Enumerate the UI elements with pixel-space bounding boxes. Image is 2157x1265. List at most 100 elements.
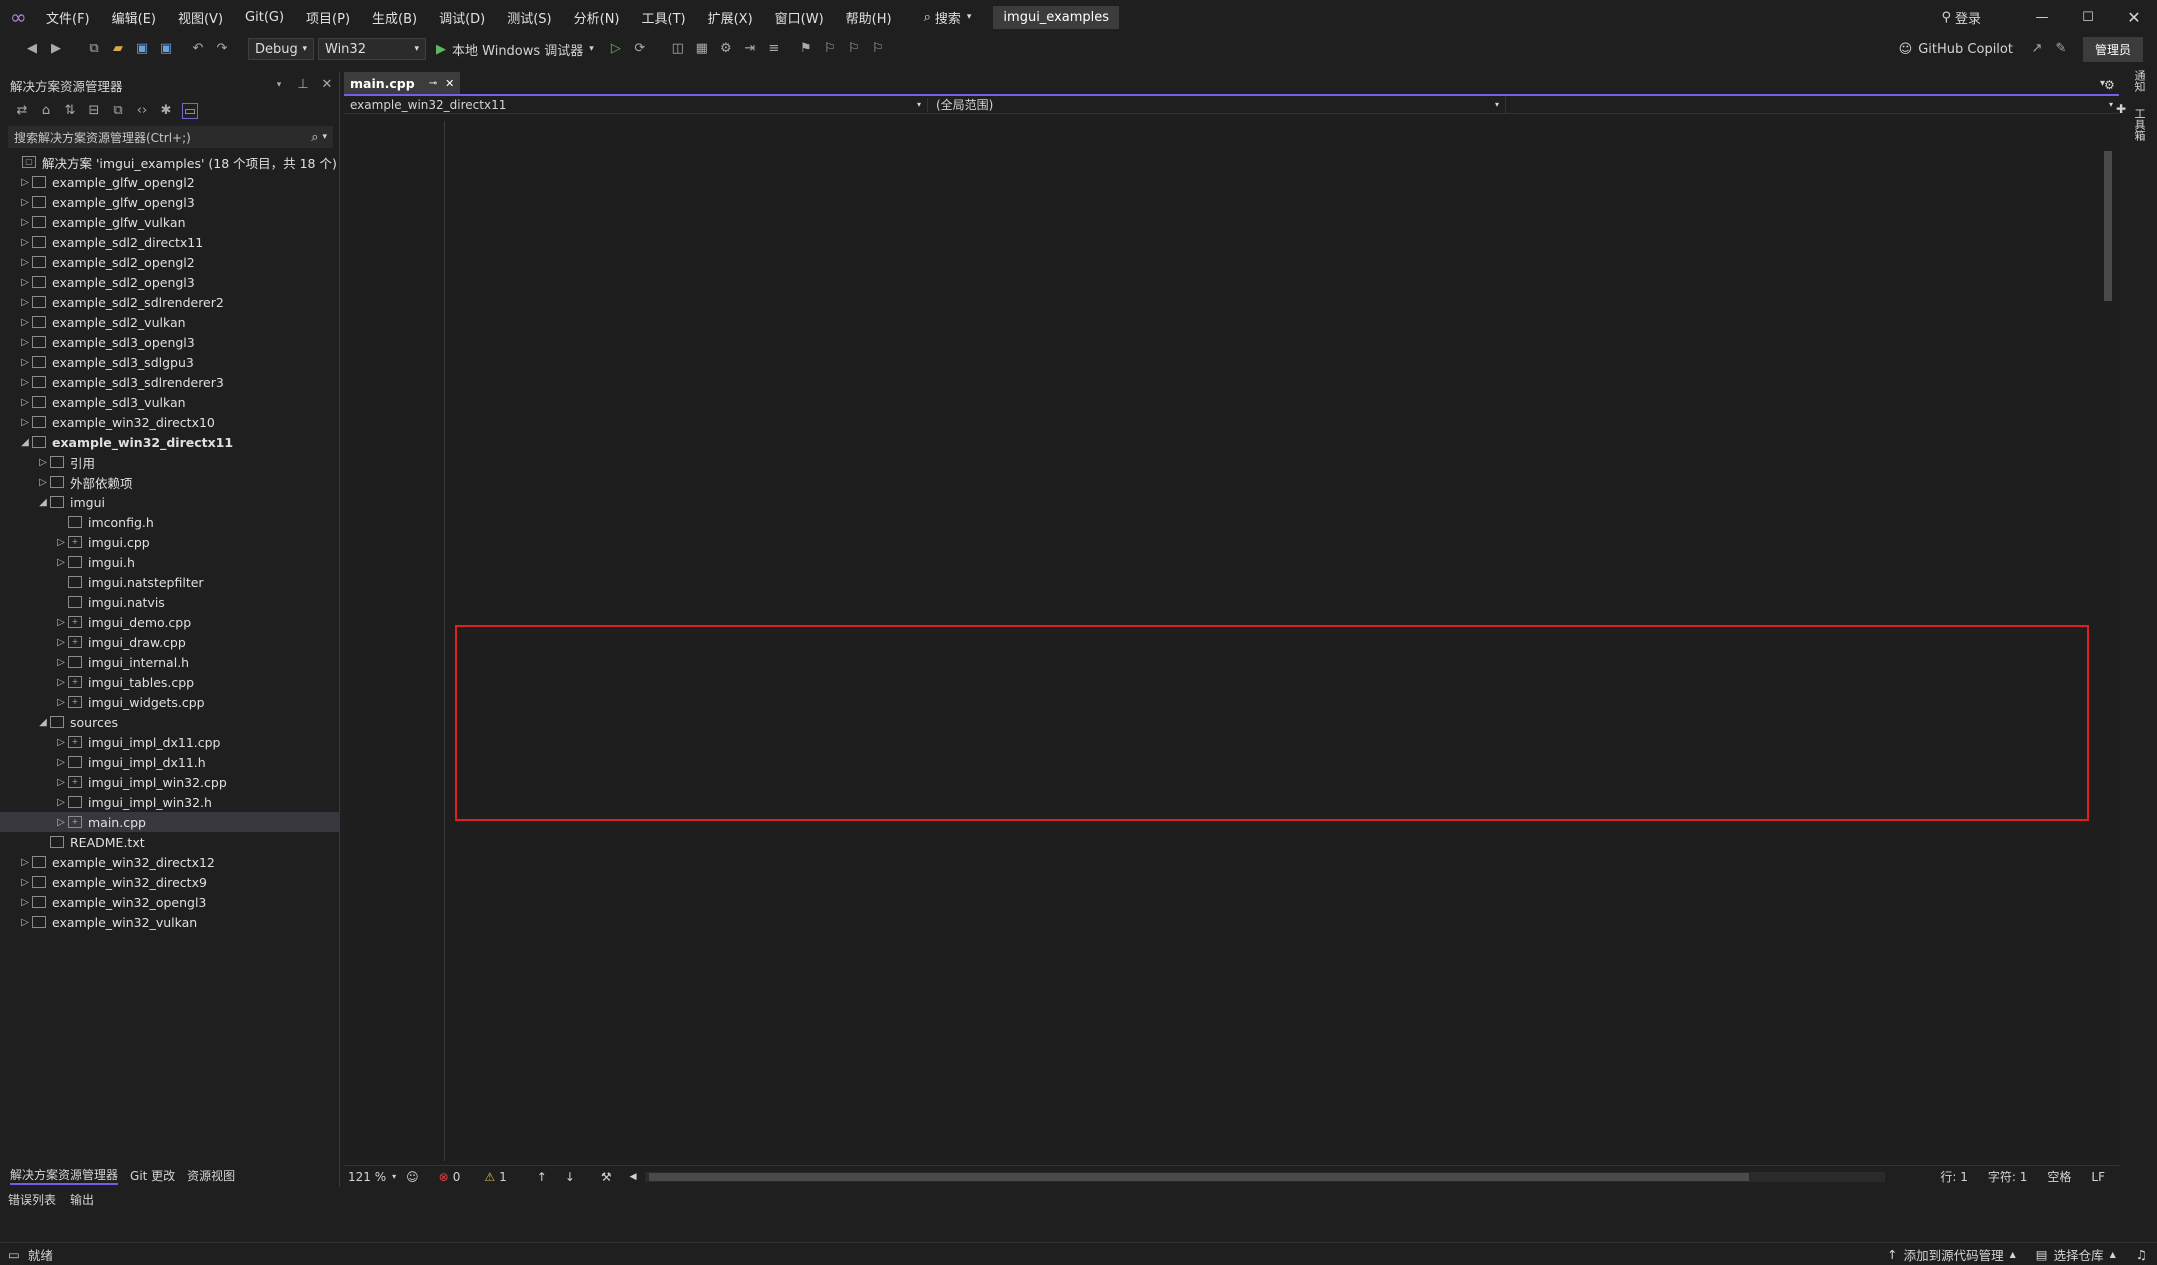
- tree-item[interactable]: ▷ + imgui_draw.cpp: [0, 632, 339, 652]
- expand-arrow-icon[interactable]: ▷: [36, 477, 50, 488]
- expand-arrow-icon[interactable]: ▷: [18, 197, 32, 208]
- expand-arrow-icon[interactable]: ▷: [18, 317, 32, 328]
- horizontal-scrollbar[interactable]: [644, 1171, 1885, 1182]
- tree-item[interactable]: ▷ example_win32_directx9: [0, 872, 339, 892]
- copilot-status-icon[interactable]: ☺: [406, 1170, 419, 1184]
- select-repo-button[interactable]: 选择仓库: [2054, 1245, 2104, 1264]
- tree-item[interactable]: ▷ imgui_internal.h: [0, 652, 339, 672]
- left-bottom-tab[interactable]: Git 更改: [130, 1167, 175, 1184]
- vertical-scrollbar[interactable]: [2101, 121, 2115, 1161]
- expand-arrow-icon[interactable]: ◢: [18, 437, 32, 448]
- forward-icon[interactable]: ▶: [48, 41, 64, 57]
- platform-dropdown[interactable]: Win32 ▾: [318, 38, 426, 60]
- share-icon[interactable]: ↗: [2029, 41, 2045, 57]
- toolbox-tab[interactable]: 工具箱: [2131, 108, 2147, 141]
- expand-arrow-icon[interactable]: ▷: [54, 637, 68, 648]
- open-folder-icon[interactable]: ▰: [110, 41, 126, 57]
- output-icon[interactable]: ▭: [8, 1247, 20, 1262]
- menu-item[interactable]: 工具(T): [642, 8, 686, 27]
- expand-arrow-icon[interactable]: ▷: [54, 537, 68, 548]
- tree-item[interactable]: ▷ example_sdl3_sdlgpu3: [0, 352, 339, 372]
- new-project-icon[interactable]: ⧉: [86, 41, 102, 57]
- expand-arrow-icon[interactable]: ▷: [18, 917, 32, 928]
- tree-item[interactable]: ▷ example_glfw_opengl2: [0, 172, 339, 192]
- member-nav-dropdown[interactable]: ▾: [1506, 100, 2119, 109]
- cleanup-icon[interactable]: ⚒: [601, 1170, 612, 1184]
- tree-item[interactable]: ◢ imgui: [0, 492, 339, 512]
- bookmark-icon[interactable]: ⚑: [798, 41, 814, 57]
- tree-item[interactable]: ▷ imgui_impl_dx11.h: [0, 752, 339, 772]
- back-icon[interactable]: ◀: [24, 41, 40, 57]
- tree-item[interactable]: ▷ example_sdl2_directx11: [0, 232, 339, 252]
- expand-arrow-icon[interactable]: ▷: [54, 817, 68, 828]
- hot-reload-icon[interactable]: ⟳: [632, 41, 648, 57]
- comment-icon[interactable]: ≡: [766, 41, 782, 57]
- expand-arrow-icon[interactable]: ▷: [18, 377, 32, 388]
- expand-arrow-icon[interactable]: ▷: [36, 457, 50, 468]
- expand-arrow-icon[interactable]: ▷: [18, 297, 32, 308]
- tree-item[interactable]: imconfig.h: [0, 512, 339, 532]
- tree-item[interactable]: ▷ example_sdl3_vulkan: [0, 392, 339, 412]
- scroll-left-icon[interactable]: ◀: [630, 1172, 637, 1182]
- menu-item[interactable]: Git(G): [245, 10, 284, 25]
- expand-arrow-icon[interactable]: ▷: [18, 857, 32, 868]
- expand-arrow-icon[interactable]: ▷: [18, 277, 32, 288]
- expand-arrow-icon[interactable]: ▷: [18, 257, 32, 268]
- close-button[interactable]: ✕: [2111, 8, 2157, 27]
- copilot-button[interactable]: ☺ GitHub Copilot: [1899, 42, 2013, 57]
- expand-arrow-icon[interactable]: ▷: [54, 777, 68, 788]
- tree-item[interactable]: ▷ + imgui.cpp: [0, 532, 339, 552]
- left-bottom-tab[interactable]: 解决方案资源管理器: [10, 1166, 119, 1185]
- up-arrow-icon[interactable]: ↑: [537, 1170, 547, 1184]
- redo-icon[interactable]: ↷: [214, 41, 230, 57]
- notifications-tab[interactable]: 通知: [2131, 70, 2147, 92]
- expand-arrow-icon[interactable]: ▷: [54, 657, 68, 668]
- menu-item[interactable]: 调试(D): [439, 8, 485, 27]
- bookmark-clear-icon[interactable]: ⚐: [870, 41, 886, 57]
- solution-root[interactable]: ▢ 解决方案 'imgui_examples' (18 个项目，共 18 个): [0, 152, 339, 172]
- zoom-level[interactable]: 121 %: [348, 1170, 386, 1184]
- h-scrollbar-thumb[interactable]: [648, 1172, 1749, 1181]
- collapse-icon[interactable]: ⊟: [86, 103, 102, 119]
- minimize-button[interactable]: —: [2019, 10, 2065, 25]
- tree-item[interactable]: ◢ example_win32_directx11: [0, 432, 339, 452]
- tree-item[interactable]: ▷ 引用: [0, 452, 339, 472]
- tree-item[interactable]: ▷ example_sdl2_opengl2: [0, 252, 339, 272]
- down-arrow-icon[interactable]: ↓: [565, 1170, 575, 1184]
- menu-item[interactable]: 项目(P): [306, 8, 350, 27]
- show-all-icon[interactable]: ⧉: [110, 103, 126, 119]
- menu-item[interactable]: 分析(N): [574, 8, 620, 27]
- tree-item[interactable]: ▷ example_sdl2_vulkan: [0, 312, 339, 332]
- tree-item[interactable]: ▷ example_win32_opengl3: [0, 892, 339, 912]
- menu-item[interactable]: 生成(B): [372, 8, 417, 27]
- switch-view-icon[interactable]: ⇅: [62, 103, 78, 119]
- tree-item[interactable]: ▷ imgui_impl_win32.h: [0, 792, 339, 812]
- login-button[interactable]: ⚲ 登录: [1941, 8, 1981, 27]
- scope-nav-dropdown[interactable]: (全局范围) ▾: [928, 96, 1506, 113]
- tool-icon[interactable]: ⚙: [718, 41, 734, 57]
- expand-arrow-icon[interactable]: ◢: [36, 497, 50, 508]
- add-source-control-button[interactable]: 添加到源代码管理: [1904, 1245, 2004, 1264]
- expand-arrow-icon[interactable]: ▷: [54, 797, 68, 808]
- bottom-tab[interactable]: 错误列表: [8, 1191, 56, 1208]
- expand-arrow-icon[interactable]: ▷: [18, 177, 32, 188]
- config-dropdown[interactable]: Debug ▾: [248, 38, 314, 60]
- expand-arrow-icon[interactable]: ▷: [18, 337, 32, 348]
- tree-item[interactable]: ▷ example_sdl3_opengl3: [0, 332, 339, 352]
- tree-item[interactable]: imgui.natvis: [0, 592, 339, 612]
- vs-logo-icon[interactable]: ∞: [10, 5, 34, 29]
- menu-item[interactable]: 视图(V): [178, 8, 223, 27]
- tree-item[interactable]: ◢ sources: [0, 712, 339, 732]
- expand-arrow-icon[interactable]: ▷: [18, 237, 32, 248]
- pin-icon[interactable]: ⊸: [429, 78, 437, 89]
- expand-arrow-icon[interactable]: ▷: [18, 217, 32, 228]
- tree-item[interactable]: ▷ + imgui_impl_win32.cpp: [0, 772, 339, 792]
- tree-item[interactable]: ▷ 外部依赖项: [0, 472, 339, 492]
- preview-icon[interactable]: ▭: [182, 103, 198, 119]
- tree-item[interactable]: ▷ + imgui_tables.cpp: [0, 672, 339, 692]
- expand-arrow-icon[interactable]: ▷: [18, 357, 32, 368]
- tree-item[interactable]: README.txt: [0, 832, 339, 852]
- expand-arrow-icon[interactable]: ▷: [18, 417, 32, 428]
- code-area[interactable]: [344, 121, 2114, 1161]
- menu-item[interactable]: 文件(F): [46, 8, 90, 27]
